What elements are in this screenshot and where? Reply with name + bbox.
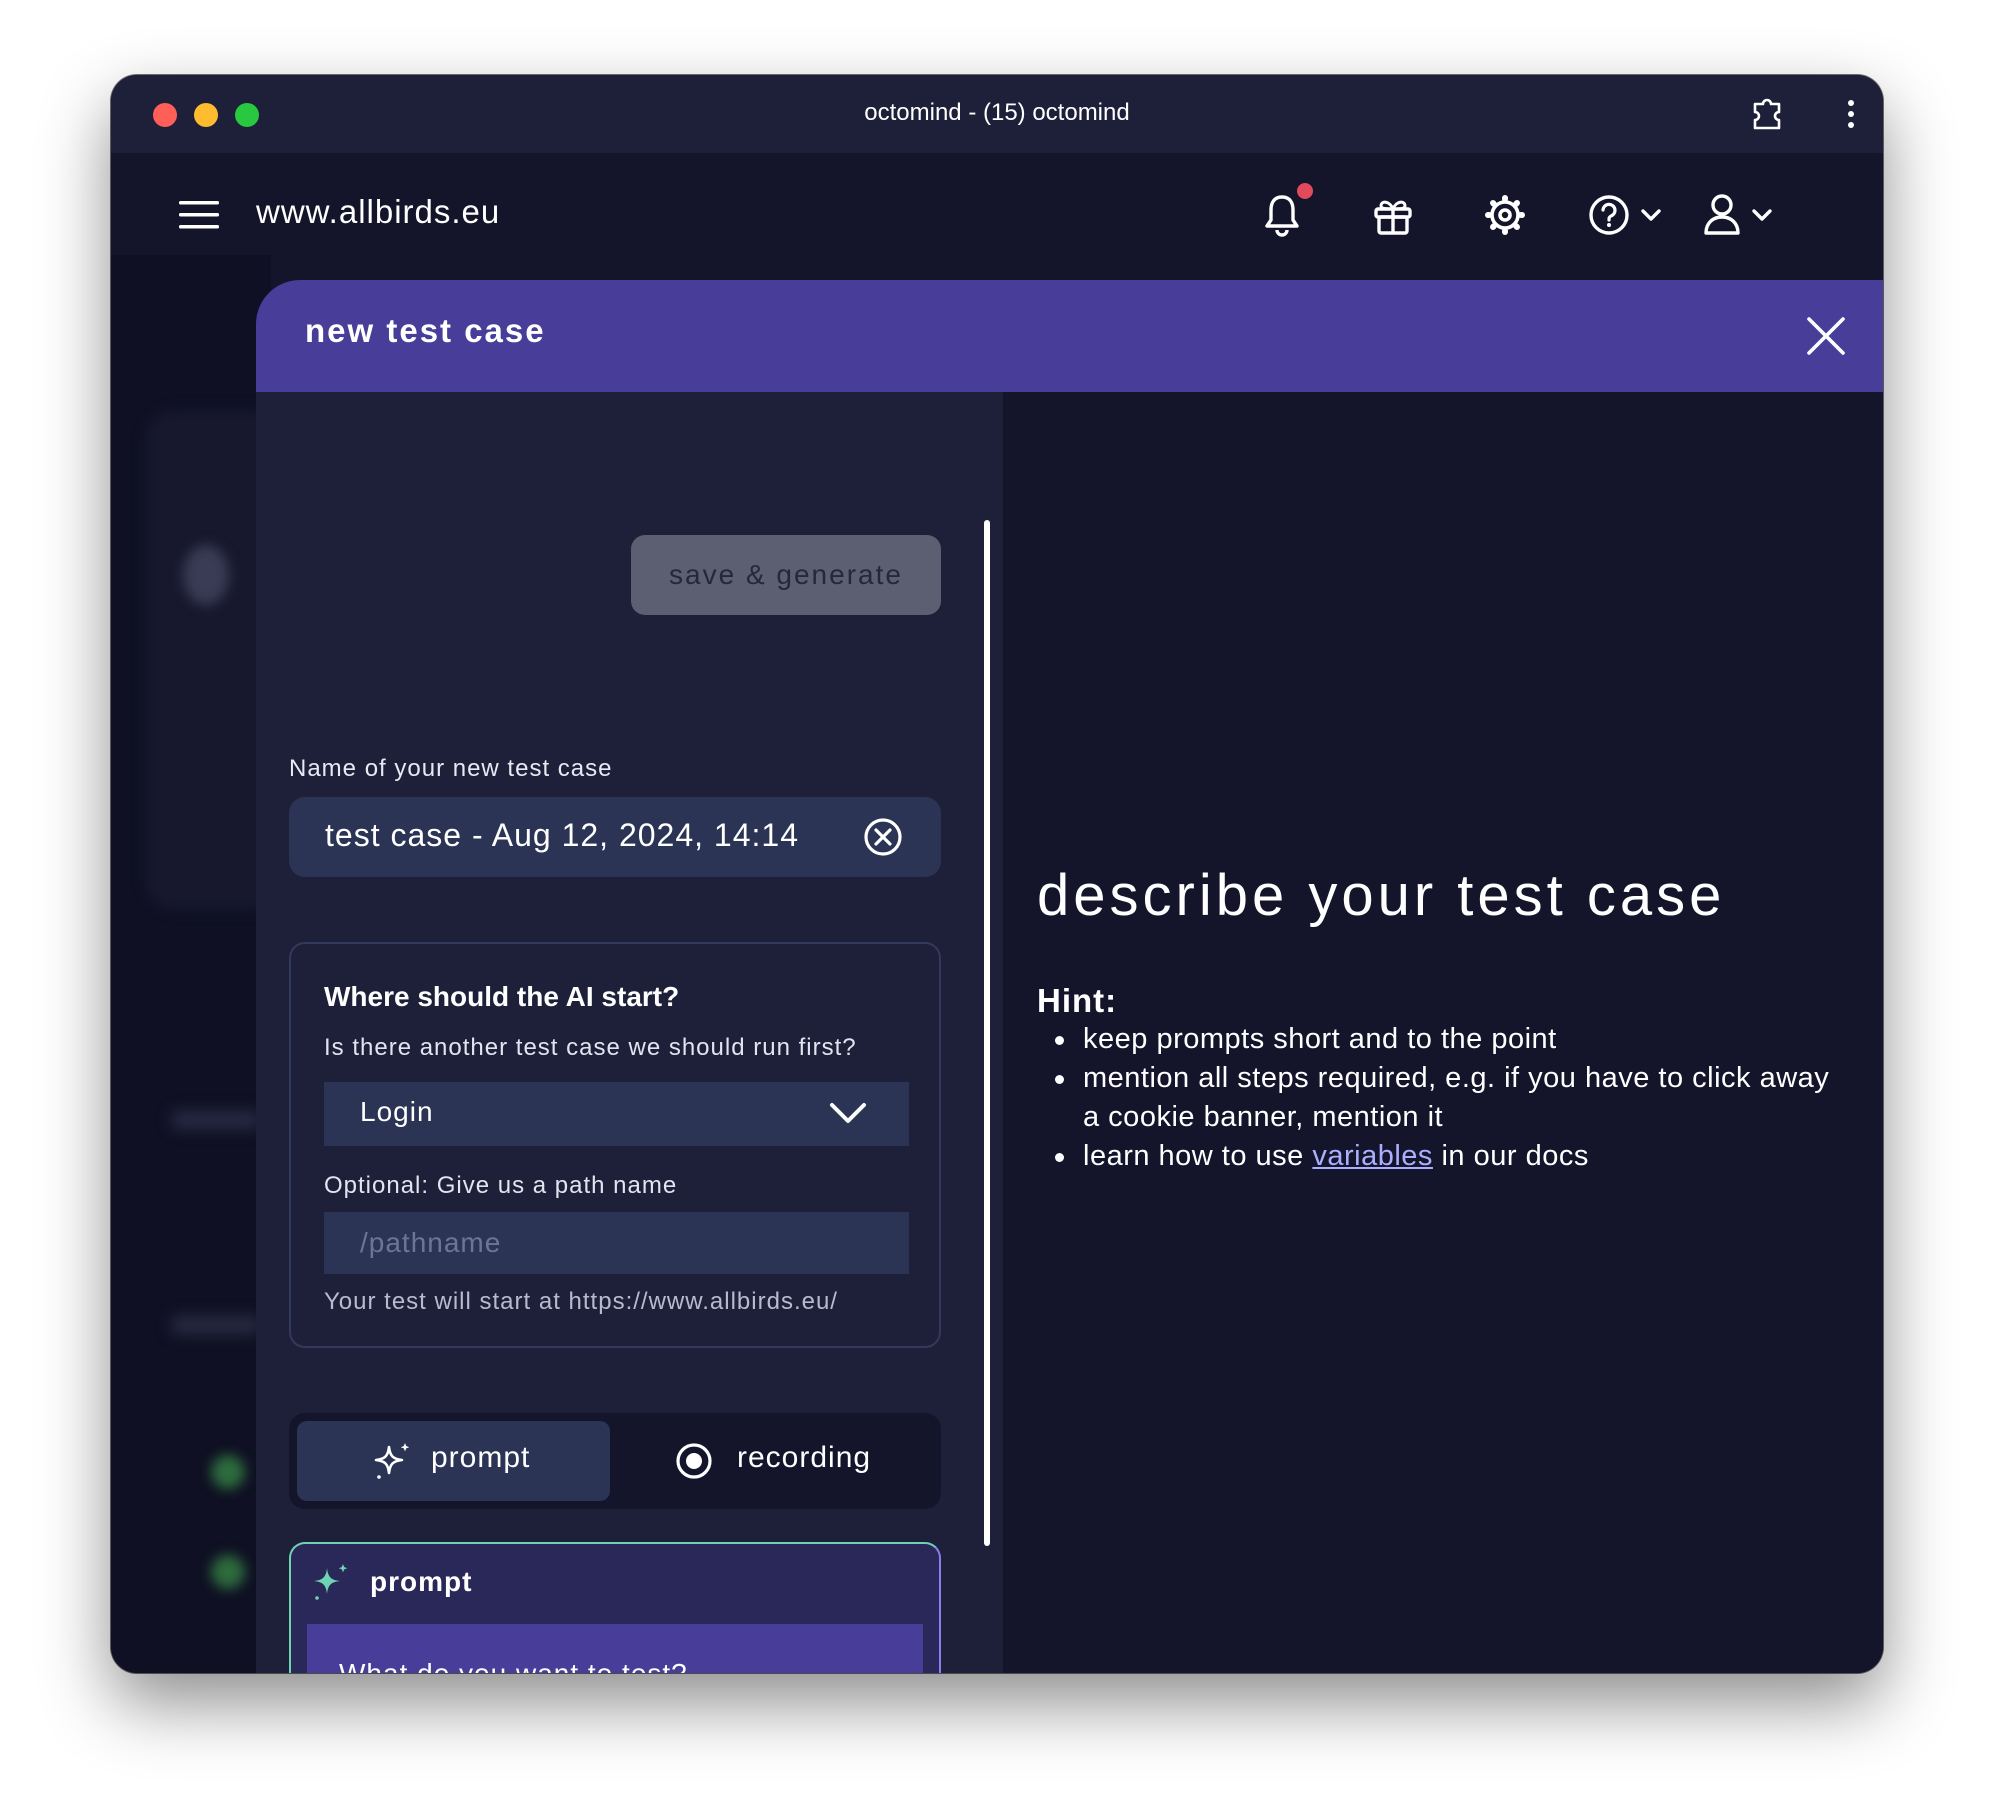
- blurred-text: [171, 1110, 261, 1130]
- hint-item: keep prompts short and to the point: [1037, 1020, 1837, 1059]
- start-section-title: Where should the AI start?: [324, 981, 680, 1012]
- modal-title: new test case: [305, 312, 546, 349]
- start-point-section: Where should the AI start? Is there anot…: [289, 942, 941, 1348]
- describe-heading: describe your test case: [1037, 863, 1726, 928]
- start-url-info: Your test will start at https://www.allb…: [324, 1288, 838, 1315]
- record-icon: [676, 1443, 712, 1479]
- form-scrollbar[interactable]: [984, 520, 990, 1546]
- dependency-select[interactable]: Login: [324, 1082, 909, 1146]
- hint-item: mention all steps required, e.g. if you …: [1037, 1059, 1837, 1137]
- chevron-down-icon[interactable]: [828, 1096, 868, 1132]
- prompt-mode-label: prompt: [431, 1441, 531, 1474]
- mode-toggle: prompt recording: [289, 1413, 941, 1509]
- prompt-card: prompt: [289, 1542, 941, 1673]
- extension-icon[interactable]: [1747, 94, 1787, 134]
- recording-mode-button[interactable]: recording: [622, 1421, 933, 1501]
- sparkle-icon: [374, 1443, 410, 1479]
- dependency-selected-value: Login: [360, 1096, 434, 1127]
- close-icon[interactable]: [1804, 314, 1848, 358]
- user-icon[interactable]: [1698, 185, 1788, 245]
- menu-icon[interactable]: [177, 195, 221, 235]
- project-domain: www.allbirds.eu: [256, 193, 501, 230]
- blurred-status-dot: [211, 1555, 245, 1589]
- dependency-question: Is there another test case we should run…: [324, 1034, 857, 1061]
- title-bar: octomind - (15) octomind: [111, 75, 1883, 153]
- prompt-textarea[interactable]: [307, 1624, 923, 1673]
- hint-text: in our docs: [1432, 1140, 1589, 1172]
- notification-badge: [1297, 183, 1313, 199]
- modal-header: new test case: [256, 280, 1883, 392]
- variables-docs-link[interactable]: variables: [1312, 1140, 1433, 1172]
- more-vertical-icon[interactable]: [1831, 94, 1871, 134]
- test-case-name-field[interactable]: test case - Aug 12, 2024, 14:14: [289, 797, 941, 877]
- hint-text: learn how to use: [1083, 1140, 1313, 1172]
- gift-icon[interactable]: [1363, 185, 1423, 245]
- hint-list: keep prompts short and to the point ment…: [1037, 1020, 1837, 1176]
- prompt-mode-button[interactable]: prompt: [297, 1421, 610, 1501]
- pathname-input[interactable]: [324, 1212, 909, 1274]
- path-label: Optional: Give us a path name: [324, 1172, 678, 1199]
- hint-item: learn how to use variables in our docs: [1037, 1137, 1837, 1176]
- name-label: Name of your new test case: [289, 755, 613, 782]
- blurred-status-dot: [211, 1455, 245, 1489]
- clear-icon[interactable]: [861, 815, 905, 859]
- description-panel: describe your test case Hint: keep promp…: [1003, 392, 1883, 1673]
- new-test-case-modal: new test case save & generate Name of yo…: [256, 280, 1883, 1673]
- blurred-avatar: [183, 545, 229, 605]
- test-case-form: save & generate Name of your new test ca…: [256, 392, 1003, 1673]
- recording-mode-label: recording: [737, 1441, 872, 1474]
- browser-window: octomind - (15) octomind www.allbirds.eu: [111, 75, 1883, 1673]
- window-title: octomind - (15) octomind: [864, 99, 1130, 126]
- sparkle-icon: [314, 1564, 348, 1600]
- hint-title: Hint:: [1037, 982, 1118, 1019]
- blurred-background-sidebar: [111, 255, 285, 1673]
- help-icon[interactable]: [1585, 185, 1675, 245]
- blurred-text: [171, 1315, 261, 1335]
- gear-icon[interactable]: [1475, 185, 1535, 245]
- save-generate-button[interactable]: save & generate: [631, 535, 941, 615]
- test-case-name-value[interactable]: test case - Aug 12, 2024, 14:14: [325, 817, 799, 854]
- prompt-card-title: prompt: [370, 1566, 473, 1597]
